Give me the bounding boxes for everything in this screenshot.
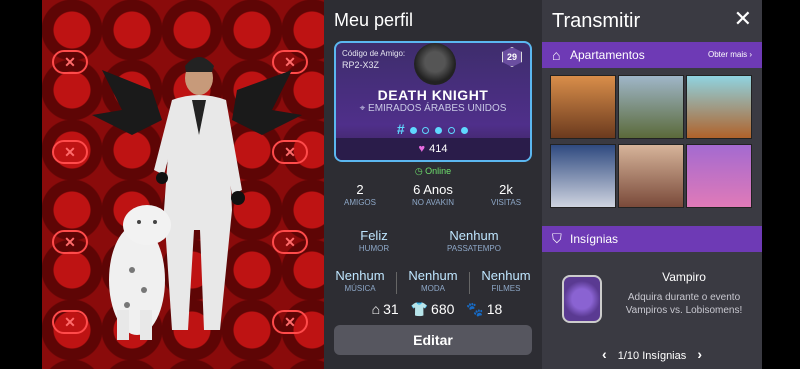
taste-label: MÚSICA — [344, 284, 376, 293]
progress-dot — [448, 126, 456, 134]
country: ⌖ EMIRADOS ÁRABES UNIDOS — [336, 103, 530, 114]
stream-panel: Transmitir ✕ ⌂ Apartamentos Obter mais ›… — [542, 0, 762, 369]
pets-count: 18 — [486, 301, 503, 317]
level-badge: 29 — [502, 47, 522, 67]
taste-value: Nenhum — [335, 268, 385, 283]
online-status: ◷ Online — [324, 166, 542, 177]
taste-music: Nenhum MÚSICA — [324, 268, 396, 293]
country-name: EMIRADOS ÁRABES UNIDOS — [368, 103, 507, 114]
progress-row: # — [336, 121, 530, 137]
apartment-thumb[interactable] — [550, 144, 616, 208]
avatar-figure — [92, 57, 302, 340]
badges-label: Insígnias — [570, 232, 619, 246]
pager-label: 1/10 Insígnias — [617, 350, 687, 362]
heart-icon: ♥ — [418, 143, 426, 155]
hobby-label: PASSATEMPO — [447, 244, 501, 253]
location-pin-icon: ⌖ — [359, 103, 369, 114]
outfits-count: 680 — [431, 301, 455, 317]
friend-code-label: Código de Amigo: — [342, 49, 406, 58]
stat-label: VISITAS — [490, 198, 522, 207]
online-label: Online — [425, 166, 452, 176]
shield-icon: ⛉ — [552, 231, 562, 246]
paw-icon: 🐾 — [466, 301, 484, 317]
hash-symbol: # — [396, 121, 405, 137]
hobby: Nenhum PASSATEMPO — [424, 228, 524, 253]
stat-label: AMIGOS — [343, 198, 376, 207]
progress-dot — [409, 126, 417, 134]
stat-value: 2k — [499, 182, 513, 197]
chevron-right-icon[interactable]: › — [697, 346, 702, 362]
taste-movies: Nenhum FILMES — [470, 268, 542, 293]
badge-description: Adquira durante o evento Vampiros vs. Lo… — [625, 292, 743, 316]
apartment-thumb[interactable] — [618, 75, 684, 139]
homes-count: 31 — [383, 301, 399, 317]
edit-button[interactable]: Editar — [334, 325, 532, 355]
apartment-thumb[interactable] — [550, 75, 616, 139]
stat-label: NO AVAKIN — [412, 198, 454, 207]
progress-dot — [461, 126, 469, 134]
close-icon[interactable]: ✕ — [734, 6, 752, 32]
clock-icon: ◷ — [414, 166, 426, 176]
progress-dot — [435, 126, 443, 134]
stat-years: 6 Anos NO AVAKIN — [397, 182, 469, 207]
progress-dot — [422, 126, 430, 134]
get-more-link[interactable]: Obter mais › — [708, 42, 752, 68]
shirt-icon: 👕 — [410, 301, 429, 317]
apartments-header[interactable]: ⌂ Apartamentos Obter mais › — [542, 42, 762, 68]
stat-friends[interactable]: 2 AMIGOS — [324, 182, 396, 207]
apartment-thumb[interactable] — [686, 75, 752, 139]
taste-fashion: Nenhum MODA — [397, 268, 469, 293]
hobby-value: Nenhum — [449, 228, 499, 243]
badge-title: Vampiro — [662, 270, 706, 284]
apartment-thumb[interactable] — [686, 144, 752, 208]
stat-visits: 2k VISITAS — [470, 182, 542, 207]
stat-value: 6 Anos — [413, 182, 453, 197]
profile-panel: Meu perfil Código de Amigo: RP2-X3Z 29 D… — [324, 0, 542, 369]
vampire-badge-icon[interactable] — [562, 275, 602, 323]
apartments-label: Apartamentos — [570, 48, 645, 62]
taste-label: MODA — [421, 284, 445, 293]
avatar-scene[interactable]: ✕ ✕ ✕ ✕ ✕ ✕ ✕ ✕ — [42, 0, 324, 369]
avatar-portrait — [414, 43, 456, 85]
stream-title: Transmitir — [552, 10, 641, 32]
profile-title: Meu perfil — [334, 10, 414, 30]
mood: Feliz HUMOR — [324, 228, 424, 253]
mood-value: Feliz — [360, 228, 388, 243]
home-icon: ⌂ — [552, 47, 561, 63]
badge-pager: ‹ 1/10 Insígnias › — [542, 346, 762, 362]
friend-code[interactable]: RP2-X3Z — [342, 60, 379, 70]
apartment-thumb[interactable] — [618, 144, 684, 208]
profile-card[interactable]: Código de Amigo: RP2-X3Z 29 DEATH KNIGHT… — [334, 41, 532, 162]
taste-label: FILMES — [491, 284, 521, 293]
likes-count: 414 — [429, 143, 448, 155]
home-icon: ⌂ — [371, 301, 381, 317]
username: DEATH KNIGHT — [377, 87, 489, 103]
stat-value: 2 — [356, 182, 364, 197]
taste-value: Nenhum — [481, 268, 531, 283]
inventory-counts: ⌂ 31 👕 680 🐾 18 — [324, 301, 542, 318]
taste-value: Nenhum — [408, 268, 458, 283]
badges-header[interactable]: ⛉ Insígnias — [542, 226, 762, 252]
mood-label: HUMOR — [358, 244, 390, 253]
chevron-left-icon[interactable]: ‹ — [602, 346, 607, 362]
likes-bar[interactable]: ♥ 414 — [336, 138, 530, 160]
